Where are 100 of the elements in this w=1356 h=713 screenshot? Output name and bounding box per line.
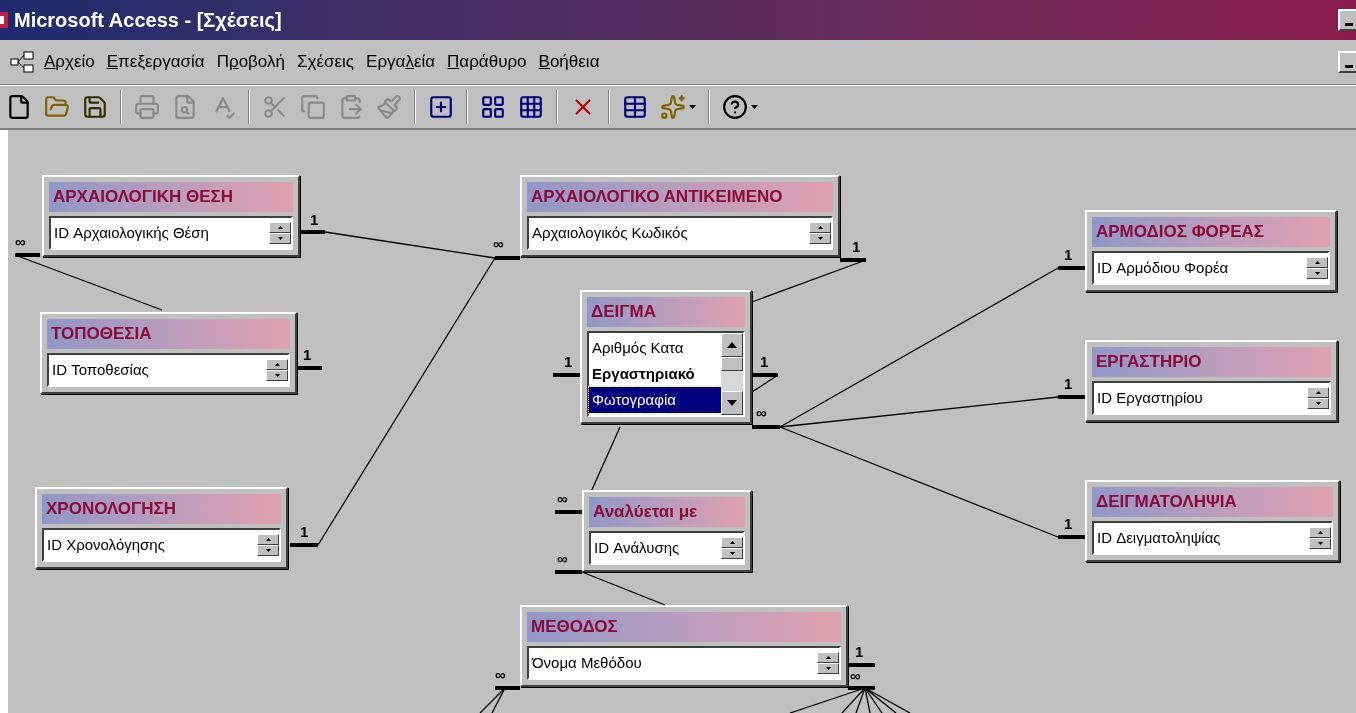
table-title: ΧΡΟΝΟΛΟΓΗΣΗ	[42, 494, 281, 524]
table-window[interactable]: ΧΡΟΝΟΛΟΓΗΣΗ ID Χρονολόγησης	[35, 487, 288, 569]
cardinality-label: ∞	[15, 234, 26, 249]
printer-icon	[134, 94, 160, 120]
table-window[interactable]: Αναλύεται με ID Ανάλυσης	[582, 490, 752, 572]
table-window[interactable]: ΑΡΧΑΙΟΛΟΓΙΚΟ ΑΝΤΙΚΕΙΜΕΝΟ Αρχαιολογικός Κωδικός	[520, 175, 840, 257]
table-window[interactable]: ΕΡΓΑΣΤΗΡΙΟ ID Εργαστηρίου	[1085, 340, 1338, 422]
menu-item[interactable]: Επεξεργασία	[100, 49, 211, 75]
minimize-button[interactable]	[1338, 9, 1356, 31]
scroll-down-button[interactable]	[266, 370, 288, 381]
dropdown-arrow-icon	[751, 105, 758, 109]
scroll-up-button[interactable]	[817, 652, 839, 663]
up-arrow-icon	[1315, 391, 1321, 394]
down-arrow-icon	[1314, 272, 1320, 275]
new-file-icon	[6, 94, 32, 120]
scroll-thumb[interactable]	[721, 357, 743, 371]
field-item[interactable]: ID Δειγματοληψίας	[1094, 525, 1309, 551]
table-window[interactable]: ΤΟΠΟΘΕΣΙΑ ID Τοποθεσίας	[40, 312, 297, 394]
scroll-up-button[interactable]	[721, 537, 743, 548]
table-title: ΜΕΘΟΔΟΣ	[527, 612, 841, 642]
new-object-icon	[660, 94, 686, 120]
down-arrow-icon	[274, 374, 280, 377]
down-arrow-icon	[825, 667, 831, 670]
up-arrow-icon	[265, 538, 271, 541]
field-item[interactable]: Εργαστηριακό	[589, 361, 721, 387]
cardinality-label: 1	[303, 347, 312, 362]
scroll-up-button[interactable]	[1306, 257, 1328, 268]
scroll-down-button[interactable]	[809, 233, 831, 244]
field-item[interactable]: ID Αρχαιολογικής Θέση	[51, 220, 269, 246]
scroll-down-button[interactable]	[817, 663, 839, 674]
menu-item[interactable]: Αρχείο	[38, 49, 101, 75]
menu-item[interactable]: Σχέσεις	[290, 49, 361, 75]
scroll-down-button[interactable]	[269, 233, 291, 244]
table-title: ΑΡΧΑΙΟΛΟΓΙΚΗ ΘΕΣΗ	[49, 182, 293, 212]
scroll-up-button[interactable]	[721, 333, 743, 357]
table-icon	[622, 94, 648, 120]
field-item[interactable]: Αρχαιολογικός Κωδικός	[529, 220, 809, 246]
field-item[interactable]: ID Τοποθεσίας	[49, 357, 266, 383]
scroll-up-button[interactable]	[266, 359, 288, 370]
table-title: ΕΡΓΑΣΤΗΡΙΟ	[1092, 347, 1331, 377]
scroll-up-button[interactable]	[257, 534, 279, 545]
table-window[interactable]: ΜΕΘΟΔΟΣ Όνομα Μεθόδου	[520, 605, 848, 687]
scroll-down-button[interactable]	[1307, 398, 1329, 409]
up-arrow-icon	[277, 226, 283, 229]
down-arrow-icon	[265, 549, 271, 552]
minimize-button[interactable]	[1338, 51, 1356, 73]
cardinality-label: 1	[855, 644, 864, 659]
cardinality-label: 1	[760, 354, 769, 369]
copy-icon	[300, 94, 326, 120]
scroll-down-button[interactable]	[1306, 268, 1328, 279]
table-title: ΑΡΜΟΔΙΟΣ ΦΟΡΕΑΣ	[1092, 217, 1330, 247]
field-item[interactable]: Φωτογραφία	[589, 387, 721, 413]
cardinality-label: 1	[1064, 376, 1073, 391]
up-arrow-icon	[727, 342, 737, 348]
scroll-down-button[interactable]	[257, 545, 279, 556]
up-arrow-icon	[825, 656, 831, 659]
menu-item[interactable]: Παράθυρο	[441, 49, 533, 75]
cardinality-label: ∞	[850, 668, 861, 683]
scroll-up-button[interactable]	[1307, 387, 1329, 398]
field-item[interactable]: ID Αρμόδιου Φορέα	[1094, 255, 1306, 281]
cardinality-label: ∞	[495, 667, 506, 682]
up-arrow-icon	[729, 541, 735, 544]
table-window[interactable]: ΑΡΧΑΙΟΛΟΓΙΚΗ ΘΕΣΗ ID Αρχαιολογικής Θέση	[42, 175, 300, 257]
scroll-up-button[interactable]	[809, 222, 831, 233]
print-preview-icon	[172, 94, 198, 120]
field-item[interactable]: ID Εργαστηρίου	[1094, 385, 1307, 411]
table-title: ΔΕΙΓΜΑ	[587, 297, 745, 327]
down-arrow-icon	[1317, 542, 1323, 545]
menu-item[interactable]: Προβολή	[210, 49, 291, 75]
down-arrow-icon	[817, 237, 823, 240]
paintbrush-icon	[376, 94, 402, 120]
field-item[interactable]: Όνομα Μεθόδου	[529, 650, 817, 676]
cardinality-label: 1	[1064, 516, 1073, 531]
down-arrow-icon	[729, 552, 735, 555]
dropdown-arrow-icon	[689, 105, 696, 109]
table-window[interactable]: ΑΡΜΟΔΙΟΣ ΦΟΡΕΑΣ ID Αρμόδιου Φορέα	[1085, 210, 1337, 292]
scroll-up-button[interactable]	[1309, 527, 1331, 538]
up-arrow-icon	[274, 363, 280, 366]
scroll-down-button[interactable]	[721, 391, 743, 415]
menu-item[interactable]: Βοήθεια	[532, 49, 606, 75]
add-table-icon	[428, 94, 454, 120]
field-item[interactable]: ID Χρονολόγησης	[44, 532, 257, 558]
cardinality-label: 1	[1064, 247, 1073, 262]
up-arrow-icon	[817, 226, 823, 229]
field-item[interactable]: Αριθμός Κατα	[589, 335, 721, 361]
table-window[interactable]: ΔΕΙΓΜΑ Αριθμός Κατα Εργαστηριακό Φωτογραφία	[580, 290, 752, 424]
tables-grid-icon	[480, 94, 506, 120]
table-window[interactable]: ΔΕΙΓΜΑΤΟΛΗΨΙΑ ID Δειγματοληψίας	[1085, 480, 1340, 562]
down-arrow-icon	[277, 237, 283, 240]
scroll-down-button[interactable]	[721, 548, 743, 559]
table-title: ΑΡΧΑΙΟΛΟΓΙΚΟ ΑΝΤΙΚΕΙΜΕΝΟ	[527, 182, 833, 212]
field-item[interactable]: ID Ανάλυσης	[591, 535, 721, 561]
scroll-up-button[interactable]	[269, 222, 291, 233]
minimize-icon	[1345, 65, 1353, 68]
menu-item[interactable]: Εργαλεία	[360, 49, 442, 75]
cut-icon	[262, 94, 288, 120]
scroll-down-button[interactable]	[1309, 538, 1331, 549]
minimize-icon	[1345, 23, 1353, 26]
cardinality-label: ∞	[493, 236, 504, 251]
help-icon	[722, 94, 748, 120]
